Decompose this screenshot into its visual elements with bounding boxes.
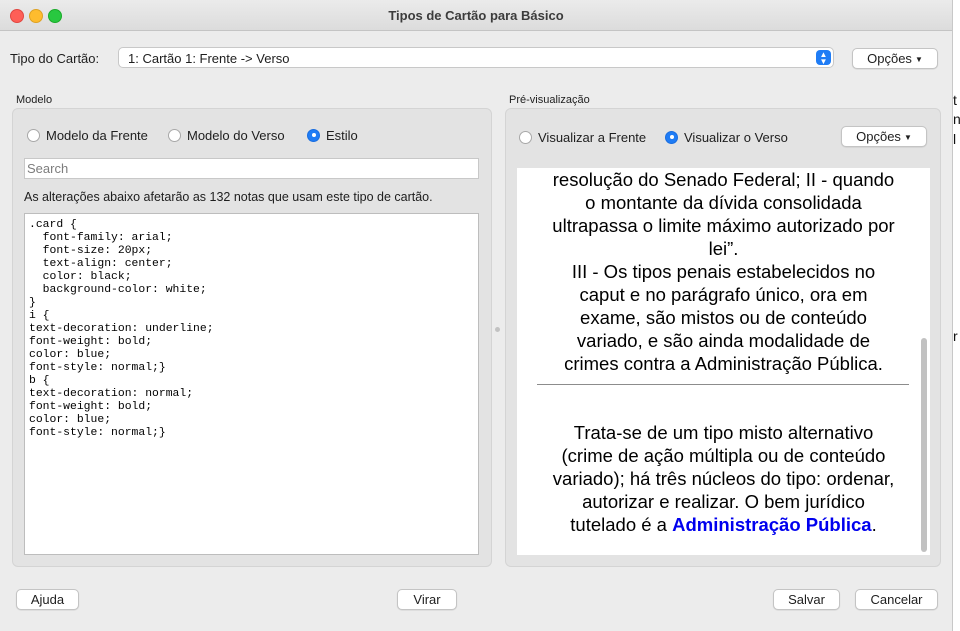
radio-label: Modelo da Frente bbox=[46, 127, 148, 143]
preview-back-text: Trata-se de um tipo misto alternativo (c… bbox=[527, 421, 920, 536]
preview-line: variado, e são ainda modalidade de bbox=[576, 330, 871, 351]
radio-indicator bbox=[519, 130, 532, 144]
preview-line: (crime de ação múltipla ou de conteúdo bbox=[561, 445, 886, 466]
radio-label: Estilo bbox=[326, 127, 358, 143]
card-type-options-label: Opções bbox=[867, 51, 912, 66]
answer-divider bbox=[537, 384, 909, 385]
radio-indicator bbox=[168, 128, 181, 142]
highlighted-term: Administração Pública bbox=[672, 514, 872, 535]
preview-line: exame, são mistos ou de conteúdo bbox=[580, 307, 867, 328]
preview-line: III - Os tipos penais estabelecidos no bbox=[571, 261, 876, 282]
chevron-down-icon: ▼ bbox=[914, 55, 923, 64]
background-window-text: n bbox=[953, 111, 960, 127]
radio-label: Visualizar o Verso bbox=[684, 129, 788, 145]
preview-line: caput e no parágrafo único, ora em bbox=[579, 284, 868, 305]
preview-line: o montante da dívida consolidada bbox=[585, 192, 862, 213]
background-window-text: l bbox=[953, 131, 957, 147]
help-button[interactable]: Ajuda bbox=[16, 589, 79, 610]
preview-line: tutelado é a Administração Pública. bbox=[527, 513, 920, 536]
radio-indicator bbox=[27, 128, 40, 142]
preview-line: crimes contra a Administração Pública. bbox=[564, 353, 883, 374]
search-input[interactable] bbox=[24, 158, 479, 179]
card-type-selected-value: 1: Cartão 1: Frente -> Verso bbox=[128, 51, 290, 66]
radio-front-template[interactable]: Modelo da Frente bbox=[27, 127, 148, 143]
template-panel-title: Modelo bbox=[16, 94, 53, 106]
preview-line: variado); há três núcleos do tipo: orden… bbox=[552, 468, 895, 489]
card-type-select[interactable]: 1: Cartão 1: Frente -> Verso ▲ ▼ bbox=[118, 47, 834, 68]
radio-indicator-selected bbox=[665, 130, 678, 144]
preview-line: resolução do Senado Federal; II - quando bbox=[552, 169, 895, 190]
background-window-text: t bbox=[953, 92, 957, 108]
radio-label: Modelo do Verso bbox=[187, 127, 285, 143]
preview-scrollbar[interactable] bbox=[921, 338, 927, 552]
radio-indicator-selected bbox=[307, 128, 320, 142]
preview-front-text: resolução do Senado Federal; II - quando… bbox=[527, 168, 920, 375]
radio-back-template[interactable]: Modelo do Verso bbox=[168, 127, 285, 143]
card-types-window: Tipos de Cartão para Básico Tipo do Cart… bbox=[0, 0, 953, 631]
background-window-text: r bbox=[953, 328, 958, 344]
splitter-handle[interactable] bbox=[495, 327, 500, 332]
preview-line: ultrapassa o limite máximo autorizado po… bbox=[552, 215, 895, 236]
select-stepper-icon: ▲ ▼ bbox=[816, 50, 831, 66]
chevron-down-icon: ▼ bbox=[903, 133, 912, 142]
flip-button[interactable]: Virar bbox=[397, 589, 457, 610]
title-bar[interactable]: Tipos de Cartão para Básico bbox=[0, 0, 952, 31]
preview-options-button[interactable]: Opções ▼ bbox=[841, 126, 927, 147]
preview-line: Trata-se de um tipo misto alternativo bbox=[573, 422, 874, 443]
save-button[interactable]: Salvar bbox=[773, 589, 840, 610]
radio-show-back[interactable]: Visualizar o Verso bbox=[665, 129, 788, 145]
preview-options-label: Opções bbox=[856, 129, 901, 144]
preview-panel-title: Pré-visualização bbox=[509, 94, 590, 106]
radio-label: Visualizar a Frente bbox=[538, 129, 647, 145]
css-editor[interactable]: .card { font-family: arial; font-size: 2… bbox=[24, 213, 479, 555]
affected-notes-notice: As alterações abaixo afetarão as 132 not… bbox=[24, 190, 433, 204]
card-type-options-button[interactable]: Opções ▼ bbox=[852, 48, 938, 69]
preview-line: autorizar e realizar. O bem jurídico bbox=[582, 491, 865, 512]
card-type-label: Tipo do Cartão: bbox=[10, 51, 100, 66]
radio-show-front[interactable]: Visualizar a Frente bbox=[519, 129, 646, 145]
preview-text-fragment: . bbox=[871, 514, 877, 535]
cancel-button[interactable]: Cancelar bbox=[855, 589, 938, 610]
card-preview[interactable]: resolução do Senado Federal; II - quando… bbox=[517, 168, 930, 555]
radio-styling[interactable]: Estilo bbox=[307, 127, 358, 143]
window-title: Tipos de Cartão para Básico bbox=[388, 8, 564, 23]
preview-text-fragment: tutelado é a bbox=[570, 514, 673, 535]
preview-line: lei”. bbox=[708, 238, 739, 259]
